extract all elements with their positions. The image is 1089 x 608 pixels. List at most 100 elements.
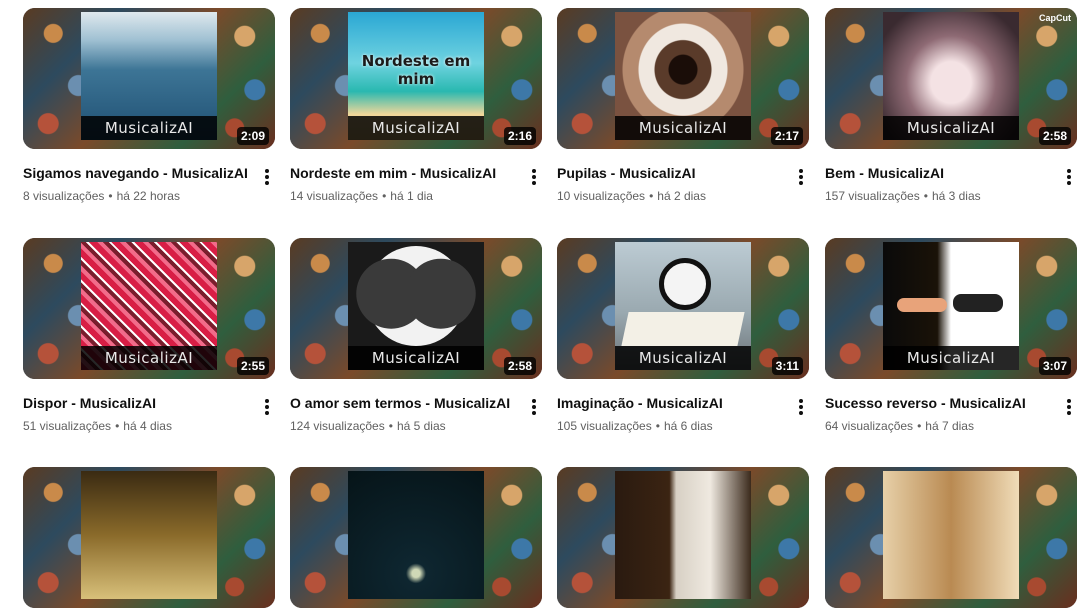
more-vert-icon[interactable] [263,167,271,187]
video-meta: 14 visualizações • há 1 dia [290,189,542,203]
video-info: Bem - MusicalizAI 157 visualizações • há 3… [825,163,1077,223]
video-grid: MusicalizAI 2:09 Sigamos navegando - Mus… [0,0,1089,608]
video-info: Pupilas - MusicalizAI 10 visualizações • h… [557,163,809,223]
thumbnail-artwork: MusicalizAI [615,12,751,140]
thumbnail-watermark: MusicalizAI [81,346,217,370]
video-meta: 51 visualizações • há 4 dias [23,419,275,433]
thumbnail-overlay-text: Nordeste em mim [361,52,471,88]
more-vert-icon[interactable] [797,167,805,187]
thumbnail-artwork [615,471,751,599]
upload-age: há 22 horas [116,189,180,203]
video-card[interactable]: MusicalizAI 2:17 Pupilas - MusicalizAI 1… [557,8,809,223]
video-duration: 2:16 [503,127,536,145]
video-thumbnail[interactable] [825,467,1077,608]
meta-separator: • [115,419,120,433]
more-vert-icon[interactable] [530,397,538,417]
video-card[interactable]: MusicalizAI 2:55 Dispor - MusicalizAI 51… [23,238,275,453]
video-thumbnail[interactable]: MusicalizAI 2:55 [23,238,275,379]
video-thumbnail[interactable] [557,467,809,608]
upload-age: há 4 dias [123,419,172,433]
video-info: Nordeste em mim - MusicalizAI 14 visuali… [290,163,542,223]
video-card[interactable]: MusicalizAI CapCut 2:58 Bem - MusicalizA… [825,8,1077,223]
video-title[interactable]: Bem - MusicalizAI [825,163,1077,183]
video-title[interactable]: Dispor - MusicalizAI [23,393,275,413]
view-count: 64 visualizações [825,419,914,433]
capcut-badge: CapCut [1039,13,1071,23]
meta-separator: • [388,419,393,433]
video-title[interactable]: Sucesso reverso - MusicalizAI [825,393,1077,413]
meta-separator: • [382,189,387,203]
view-count: 14 visualizações [290,189,379,203]
meta-separator: • [108,189,113,203]
video-duration: 2:17 [770,127,803,145]
video-thumbnail[interactable]: MusicalizAI CapCut 2:58 [825,8,1077,149]
more-vert-icon[interactable] [1065,397,1073,417]
thumbnail-watermark: MusicalizAI [883,346,1019,370]
thumbnail-artwork [81,471,217,599]
video-meta: 8 visualizações • há 22 horas [23,189,275,203]
thumbnail-artwork [883,471,1019,599]
thumbnail-artwork: Nordeste em mim MusicalizAI [348,12,484,140]
video-thumbnail[interactable]: MusicalizAI 2:58 [290,238,542,379]
thumbnail-artwork: MusicalizAI [615,242,751,370]
video-duration: 2:58 [503,357,536,375]
video-duration: 2:55 [236,357,269,375]
video-info: O amor sem termos - MusicalizAI 124 visu… [290,393,542,453]
more-vert-icon[interactable] [797,397,805,417]
thumbnail-watermark: MusicalizAI [615,346,751,370]
video-thumbnail[interactable]: Nordeste em mim MusicalizAI 2:16 [290,8,542,149]
video-thumbnail[interactable]: MusicalizAI 3:11 [557,238,809,379]
video-title[interactable]: Nordeste em mim - MusicalizAI [290,163,542,183]
video-card[interactable] [825,467,1077,608]
video-card[interactable]: MusicalizAI 2:09 Sigamos navegando - Mus… [23,8,275,223]
thumbnail-watermark: MusicalizAI [615,116,751,140]
video-card[interactable]: MusicalizAI 3:11 Imaginação - MusicalizA… [557,238,809,453]
video-thumbnail[interactable]: MusicalizAI 3:07 [825,238,1077,379]
video-meta: 64 visualizações • há 7 dias [825,419,1077,433]
view-count: 124 visualizações [290,419,385,433]
notebook [621,312,745,346]
video-card[interactable] [23,467,275,608]
video-thumbnail[interactable]: MusicalizAI 2:17 [557,8,809,149]
upload-age: há 5 dias [396,419,446,433]
video-duration: 3:11 [771,357,803,375]
video-info: Sucesso reverso - MusicalizAI 64 visuali… [825,393,1077,453]
thumbnail-artwork: MusicalizAI [81,242,217,370]
hand-left [897,298,947,312]
video-thumbnail[interactable] [290,467,542,608]
alarm-clock-icon [659,258,711,310]
view-count: 8 visualizações [23,189,105,203]
video-card[interactable] [290,467,542,608]
video-card[interactable] [557,467,809,608]
more-vert-icon[interactable] [1065,167,1073,187]
video-thumbnail[interactable]: MusicalizAI 2:09 [23,8,275,149]
video-title[interactable]: Pupilas - MusicalizAI [557,163,809,183]
video-duration: 2:58 [1038,127,1071,145]
thumbnail-watermark: MusicalizAI [348,116,484,140]
hand-right [953,294,1003,312]
video-card[interactable]: MusicalizAI 2:58 O amor sem termos - Mus… [290,238,542,453]
more-vert-icon[interactable] [530,167,538,187]
thumbnail-artwork: MusicalizAI [883,242,1019,370]
video-title[interactable]: Sigamos navegando - MusicalizAI [23,163,275,183]
more-vert-icon[interactable] [263,397,271,417]
thumbnail-artwork [348,471,484,599]
video-card[interactable]: MusicalizAI 3:07 Sucesso reverso - Music… [825,238,1077,453]
video-card[interactable]: Nordeste em mim MusicalizAI 2:16 Nordest… [290,8,542,223]
video-title[interactable]: O amor sem termos - MusicalizAI [290,393,542,413]
video-meta: 105 visualizações • há 6 dias [557,419,809,433]
video-thumbnail[interactable] [23,467,275,608]
thumbnail-artwork: MusicalizAI [348,242,484,370]
video-duration: 3:07 [1038,357,1071,375]
view-count: 105 visualizações [557,419,652,433]
meta-separator: • [649,189,654,203]
video-meta: 124 visualizações • há 5 dias [290,419,542,433]
upload-age: há 1 dia [390,189,433,203]
view-count: 10 visualizações [557,189,646,203]
thumbnail-watermark: MusicalizAI [348,346,484,370]
video-title[interactable]: Imaginação - MusicalizAI [557,393,809,413]
video-meta: 157 visualizações • há 3 dias [825,189,1077,203]
upload-age: há 6 dias [663,419,713,433]
thumbnail-watermark: MusicalizAI [883,116,1019,140]
thumbnail-artwork: MusicalizAI [81,12,217,140]
